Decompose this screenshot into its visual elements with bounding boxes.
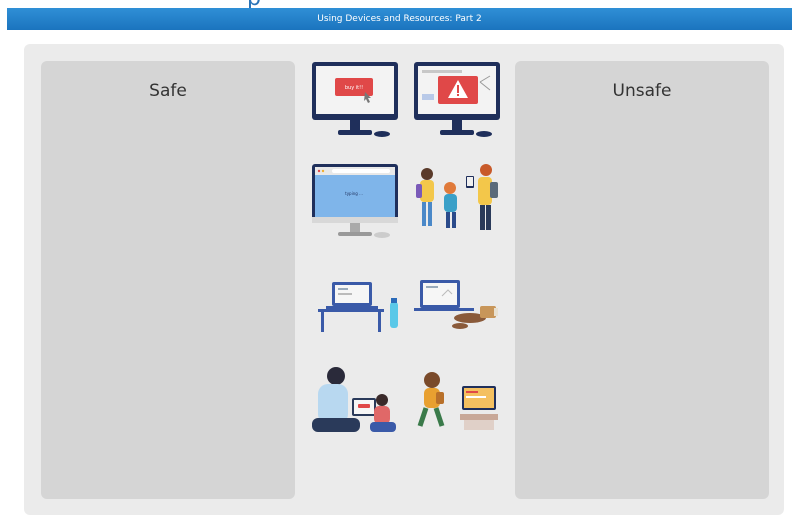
- cropped-title-glyph: p: [247, 0, 261, 8]
- unsafe-zone-label: Unsafe: [612, 81, 672, 101]
- children-group-icon: [416, 164, 498, 230]
- header-bar: Using Devices and Resources: Part 2: [7, 8, 792, 30]
- safe-drop-zone[interactable]: Safe: [41, 61, 295, 499]
- card-ad-popup[interactable]: buy it!!: [310, 58, 400, 142]
- laptop-desk-bottle-icon: [318, 282, 398, 332]
- card-laptop-spilled-drink[interactable]: [412, 272, 502, 356]
- card-laptop-water-bottle[interactable]: [314, 272, 404, 356]
- monitor-browser-icon: typing ...: [312, 164, 398, 238]
- top-strip: p: [0, 0, 799, 8]
- card-browser-typing[interactable]: typing ...: [310, 160, 400, 244]
- card-warning-screen[interactable]: [412, 58, 502, 142]
- monitor-ad-popup-icon: buy it!!: [312, 62, 398, 137]
- child-computer-icon: [417, 372, 498, 430]
- safe-zone-label: Safe: [149, 81, 187, 101]
- ad-popup-text: buy it!!: [345, 85, 363, 91]
- unsafe-drop-zone[interactable]: Unsafe: [515, 61, 769, 499]
- laptop-spill-icon: [414, 280, 498, 329]
- parent-child-laptop-icon: [312, 367, 396, 432]
- browser-typing-text: typing ...: [345, 191, 363, 196]
- page-title: Using Devices and Resources: Part 2: [317, 14, 482, 24]
- card-child-walking-to-computer[interactable]: [412, 362, 502, 446]
- monitor-warning-icon: [414, 62, 500, 137]
- card-parent-with-child[interactable]: [308, 362, 398, 446]
- card-kids-sharing-device[interactable]: [412, 160, 502, 244]
